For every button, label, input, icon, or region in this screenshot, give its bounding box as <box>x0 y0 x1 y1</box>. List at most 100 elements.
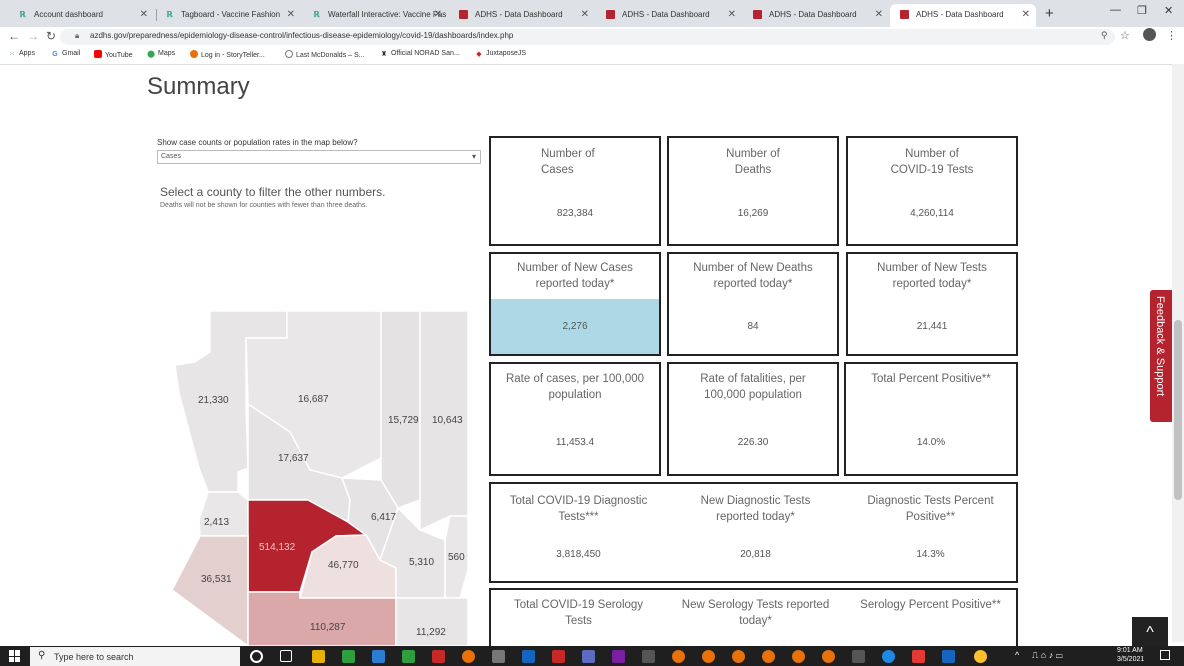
tab-account-dashboard[interactable]: ℝ Account dashboard ✕ <box>8 4 154 27</box>
county-cochise[interactable] <box>395 597 469 646</box>
tab-adhs-3[interactable]: ADHS - Data Dashboard ✕ <box>743 4 889 27</box>
app-icon[interactable] <box>732 650 745 663</box>
app-icon[interactable] <box>702 650 715 663</box>
stat-label: Total COVID-19 Serology Tests <box>513 599 644 627</box>
minimize-button[interactable]: — <box>1110 4 1121 16</box>
lock-icon[interactable]: 🔒︎ <box>75 31 79 41</box>
edge-icon[interactable] <box>882 650 895 663</box>
app-icon[interactable] <box>792 650 805 663</box>
county-navajo[interactable] <box>380 310 421 509</box>
tab-adhs-active[interactable]: ADHS - Data Dashboard ✕ <box>890 4 1036 27</box>
map-mode-question: Show case counts or population rates in … <box>157 138 358 147</box>
clock-time[interactable]: 9:01 AM <box>1117 647 1143 654</box>
app-icon[interactable] <box>402 650 415 663</box>
app-icon[interactable] <box>672 650 685 663</box>
tab-adhs-2[interactable]: ADHS - Data Dashboard ✕ <box>596 4 742 27</box>
feedback-support-tab[interactable]: Feedback & Support <box>1150 290 1172 422</box>
windows-start-icon[interactable] <box>9 650 21 662</box>
chrome-icon[interactable] <box>974 650 987 663</box>
app-icon[interactable] <box>462 650 475 663</box>
close-tab-icon[interactable]: ✕ <box>728 4 736 25</box>
tray-chevron-icon[interactable]: ^ <box>1015 650 1019 660</box>
stat-box-percent-positive[interactable]: Total Percent Positive** 14.0% <box>844 362 1018 476</box>
app-icon[interactable] <box>822 650 835 663</box>
tagboard-favicon-icon: ℝ <box>313 10 320 19</box>
file-explorer-icon[interactable] <box>312 650 325 663</box>
stat-value: 21,441 <box>916 321 948 332</box>
app-icon[interactable] <box>642 650 655 663</box>
bookmark-apps[interactable]: ⁙ Apps <box>8 50 35 59</box>
stat-label: Serology Percent Positive** <box>860 599 1001 611</box>
stat-box-deaths[interactable]: Number of Deaths 16,269 <box>667 136 839 246</box>
bookmark-gmail[interactable]: G Gmail <box>51 50 80 59</box>
scrollbar-thumb[interactable] <box>1174 320 1182 500</box>
close-tab-icon[interactable]: ✕ <box>1022 4 1030 25</box>
stat-label: Rate of cases, per 100,000 population <box>505 373 645 401</box>
stat-box-new-tests[interactable]: Number of New Tests reported today* 21,4… <box>846 252 1018 356</box>
bookmark-maps[interactable]: ⬤ Maps <box>147 50 175 59</box>
app-icon[interactable] <box>912 650 925 663</box>
menu-kebab-icon[interactable]: ⋮ <box>1166 29 1177 42</box>
tray-icons[interactable]: ⎍ ⌂ ♪ ▭ <box>1032 650 1063 661</box>
close-window-button[interactable]: ✕ <box>1164 4 1173 17</box>
reload-icon[interactable]: ↻ <box>46 29 56 43</box>
stat-label: New Diagnostic Tests reported today* <box>700 495 811 523</box>
page-title: Summary <box>147 73 250 100</box>
app-icon[interactable] <box>432 650 445 663</box>
app-icon[interactable] <box>612 650 625 663</box>
app-icon[interactable] <box>522 650 535 663</box>
app-icon[interactable] <box>942 650 955 663</box>
stat-box-new-deaths[interactable]: Number of New Deaths reported today* 84 <box>667 252 839 356</box>
close-tab-icon[interactable]: ✕ <box>581 4 589 25</box>
app-icon[interactable] <box>342 650 355 663</box>
app-icon[interactable] <box>372 650 385 663</box>
stat-box-tests[interactable]: Number of COVID-19 Tests 4,260,114 <box>846 136 1018 246</box>
bookmark-youtube[interactable]: YouTube <box>94 50 133 59</box>
stat-label: Rate of fatalities, per 100,000 populati… <box>700 373 806 401</box>
county-count-pinal: 46,770 <box>328 560 359 571</box>
task-view-icon[interactable] <box>280 650 292 662</box>
close-tab-icon[interactable]: ✕ <box>434 4 442 25</box>
url-text[interactable]: azdhs.gov/preparedness/epidemiology-dise… <box>90 31 513 40</box>
bookmark-mcdonalds[interactable]: Last McDonalds – S... <box>285 50 364 59</box>
app-icon[interactable] <box>582 650 595 663</box>
close-tab-icon[interactable]: ✕ <box>287 4 295 25</box>
county-yuma[interactable] <box>171 535 249 646</box>
new-tab-button[interactable]: + <box>1045 5 1054 22</box>
stat-box-diagnostic[interactable]: Total COVID-19 Diagnostic Tests*** 3,818… <box>489 482 1018 583</box>
bookmark-norad[interactable]: ♜ Official NORAD San... <box>380 50 460 59</box>
app-icon[interactable] <box>852 650 865 663</box>
clock-date[interactable]: 3/5/2021 <box>1117 656 1144 663</box>
back-arrow-icon[interactable]: ← <box>8 29 20 43</box>
profile-avatar-icon[interactable] <box>1143 28 1156 41</box>
bookmark-storyteller[interactable]: Log in - StoryTeller... <box>190 50 265 59</box>
zoom-icon[interactable]: ⚲ <box>1101 30 1108 41</box>
stat-box-case-rate[interactable]: Rate of cases, per 100,000 population 11… <box>489 362 661 476</box>
stat-value: 3,818,450 <box>556 549 601 560</box>
tab-waterfall[interactable]: ℝ Waterfall Interactive: Vaccine Fas ✕ <box>302 4 448 27</box>
forward-arrow-icon[interactable]: → <box>27 29 39 43</box>
stat-box-new-cases[interactable]: Number of New Cases reported today* 2,27… <box>489 252 661 356</box>
county-pima[interactable] <box>247 591 397 646</box>
bookmark-star-icon[interactable]: ☆ <box>1120 29 1130 42</box>
cortana-icon[interactable] <box>250 650 263 663</box>
map-mode-select[interactable]: Cases ▾ <box>157 150 481 164</box>
stat-box-fatality-rate[interactable]: Rate of fatalities, per 100,000 populati… <box>667 362 839 476</box>
tab-adhs-1[interactable]: ADHS - Data Dashboard ✕ <box>449 4 595 27</box>
close-tab-icon[interactable]: ✕ <box>875 4 883 25</box>
notification-icon[interactable] <box>1160 650 1170 660</box>
app-icon[interactable] <box>552 650 565 663</box>
chevron-down-icon: ▾ <box>471 152 476 161</box>
tab-tagboard[interactable]: ℝ Tagboard - Vaccine Fashion ✕ <box>155 4 301 27</box>
search-icon: ⚲ <box>38 650 46 661</box>
app-icon[interactable] <box>762 650 775 663</box>
stat-box-cases[interactable]: Number of Cases 823,384 <box>489 136 661 246</box>
app-icon[interactable] <box>492 650 505 663</box>
scroll-to-top-button[interactable]: ^ <box>1132 617 1168 649</box>
restore-button[interactable]: ❐ <box>1137 4 1147 17</box>
county-la-paz[interactable] <box>198 491 249 537</box>
bookmark-juxtapose[interactable]: ◆ JuxtaposeJS <box>475 50 526 59</box>
county-count-maricopa: 514,132 <box>259 542 296 553</box>
taskbar-search-placeholder[interactable]: Type here to search <box>54 652 134 662</box>
close-tab-icon[interactable]: ✕ <box>140 4 148 25</box>
